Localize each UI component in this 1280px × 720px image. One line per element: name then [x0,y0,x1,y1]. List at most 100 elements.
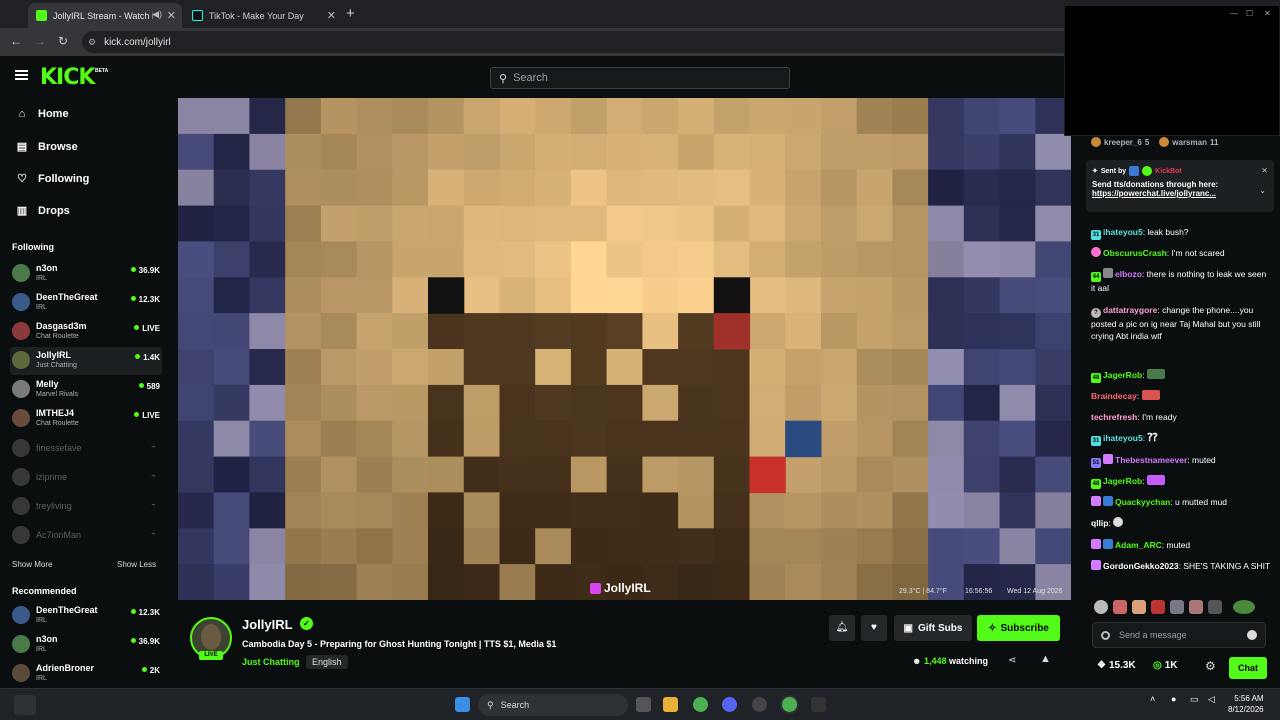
chat-username[interactable]: Thebestnameever [1115,455,1187,465]
close-tab-icon[interactable]: ✕ [327,9,336,22]
audio-icon[interactable]: ◀) [152,9,162,20]
sidebar-nav-browse[interactable]: ▤ Browse [15,140,78,154]
sidebar-nav-home[interactable]: ⌂ Home [15,108,69,120]
chat-message[interactable]: 51 Thebestnameever: muted [1091,454,1271,468]
pinned-message[interactable]: ✦ Sent by KickBot Send tts/donations thr… [1086,160,1274,212]
system-clock[interactable]: 5:56 AM 8/12/2026 [1228,693,1264,715]
sidebar-nav-following[interactable]: ♡ Following [15,172,89,186]
chat-username[interactable]: JagerRob [1103,476,1142,486]
chat-message[interactable]: qllip: [1091,517,1271,529]
chat-message[interactable]: ObscurusCrash: I'm not scared [1091,247,1271,259]
new-tab-icon[interactable]: + [346,5,355,22]
browser-tab-jollyirl[interactable]: JollyIRL Stream - Watch Live ◀) ✕ [28,3,182,28]
sidebar-channel[interactable]: DeenTheGreat IRL 12.3K [10,289,162,317]
sidebar-recommended-channel[interactable]: DeenTheGreat IRL 12.3K [10,602,162,630]
chat-message[interactable]: Quackyychan: u mutted mud [1091,496,1271,508]
emoji-picker-icon[interactable] [1247,630,1257,640]
chat-mode-icon[interactable] [1101,630,1110,640]
emote-icon[interactable] [1151,600,1165,614]
search-input[interactable]: ⚲ Search [490,67,790,89]
site-info-icon[interactable]: ⚙ [88,37,96,48]
emote-icon[interactable] [1189,600,1203,614]
sidebar-channel-offline[interactable]: Ac7ionMan ⌁ [10,522,162,550]
follow-heart-button[interactable]: ♥ [861,615,887,641]
discord-icon[interactable] [722,697,737,712]
chat-username[interactable]: techrefresh [1091,412,1137,422]
chat-message[interactable]: 48 JagerRob: [1091,369,1271,383]
close-icon[interactable]: ✕ [1264,9,1271,18]
minimize-icon[interactable]: — [1230,9,1238,18]
stream-category-link[interactable]: Just Chatting [242,657,300,667]
chat-send-button[interactable]: Chat [1229,657,1267,679]
chrome-icon[interactable] [693,697,708,712]
emote-icon[interactable] [1233,600,1255,614]
chat-username[interactable]: qllip [1091,518,1108,528]
file-explorer-icon[interactable] [663,697,678,712]
chat-settings-gear-icon[interactable]: ⚙ [1205,659,1216,673]
chevron-down-icon[interactable]: ⌄ [1259,186,1266,195]
sidebar-recommended-channel[interactable]: AdrienBroner IRL 2K [10,660,162,688]
show-more-link[interactable]: Show More [12,560,52,569]
chat-message[interactable]: ? dattatraygore: change the phone....you … [1091,304,1271,342]
maximize-icon[interactable]: ☐ [1246,9,1253,18]
back-icon[interactable]: ← [10,34,22,48]
streamer-name[interactable]: JollyIRL [242,617,293,632]
emote-icon[interactable] [1132,600,1146,614]
chat-message[interactable]: 31 ihateyou5: ⁇ [1091,432,1271,446]
notification-bell-button[interactable]: 🔔︎ [829,615,855,641]
emote-icon[interactable] [1113,600,1127,614]
chat-username[interactable]: ihateyou5 [1103,227,1143,237]
taskbar-search[interactable]: ⚲ Search [478,694,628,716]
sidebar-channel-offline[interactable]: finessefave ⌁ [10,435,162,463]
sidebar-recommended-channel[interactable]: n3on IRL 36.9K [10,631,162,659]
sidebar-channel[interactable]: n3on IRL 36.9K [10,260,162,288]
widgets-icon[interactable] [14,695,36,715]
chat-username[interactable]: Quackyychan [1115,497,1170,507]
sidebar-nav-drops[interactable]: ▥ Drops [15,204,70,218]
sidebar-channel[interactable]: IMTHEJ4 Chat Roulette LIVE [10,405,162,433]
unpin-icon[interactable]: ⨯ [1261,166,1268,175]
pinned-link[interactable]: https://powerchat.live/jollyranc... [1092,189,1268,198]
windows-start-icon[interactable] [455,697,470,712]
emote-icon[interactable] [1094,600,1108,614]
chat-username[interactable]: ObscurusCrash [1103,248,1167,258]
app-icon[interactable] [752,697,767,712]
sidebar-channel-offline[interactable]: treyliving ⌁ [10,493,162,521]
chat-message[interactable]: GordonGekko2023: SHE'S TAKING A SHIT [1091,560,1271,572]
close-tab-icon[interactable]: ✕ [167,9,176,22]
chat-username[interactable]: Braindecay [1091,391,1137,401]
terminal-icon[interactable] [811,697,826,712]
task-view-icon[interactable] [636,697,651,712]
menu-icon[interactable] [15,70,28,80]
chat-username[interactable]: Adam_ARC [1115,540,1162,550]
chat-message[interactable]: 44 elbozo: there is nothing to leak we se… [1091,268,1271,294]
show-less-link[interactable]: Show Less [117,560,156,569]
gift-subs-button[interactable]: ▣ Gift Subs [894,615,972,641]
kick-logo[interactable]: KICK [40,65,95,90]
volume-icon[interactable]: ◁ [1208,694,1215,705]
browser-tab-tiktok[interactable]: TikTok - Make Your Day ✕ [184,3,342,28]
report-icon[interactable]: ▲ [1040,653,1051,665]
chat-message[interactable]: Adam_ARC: muted [1091,539,1271,551]
video-player[interactable] [178,98,1071,600]
tray-chevron-icon[interactable]: ˄ [1150,694,1155,704]
chat-message[interactable]: 48 JagerRob: [1091,475,1271,489]
subscribe-button[interactable]: ✧ Subscribe [977,615,1060,641]
gifter-item[interactable]: warsman 11 [1159,137,1218,147]
chat-message[interactable]: 31 ihateyou5: leak bush? [1091,226,1271,240]
chat-username[interactable]: GordonGekko2023 [1103,561,1179,571]
url-field[interactable]: ⚙ kick.com/jollyirl [82,31,1072,53]
chat-username[interactable]: ihateyou5 [1103,433,1143,443]
chat-message-input[interactable]: Send a message [1092,622,1266,648]
chat-username[interactable]: elbozo [1115,269,1142,279]
sidebar-channel[interactable]: Melly Marvel Rivals 589 [10,376,162,404]
chat-username[interactable]: JagerRob [1103,370,1142,380]
emote-icon[interactable] [1208,600,1222,614]
chat-message[interactable]: Braindecay: [1091,390,1271,402]
emote-icon[interactable] [1170,600,1184,614]
sidebar-channel-selected[interactable]: JollyIRL Just Chatting 1.4K [10,347,162,375]
picture-in-picture-window[interactable]: — ☐ ✕ [1064,5,1280,136]
language-tag[interactable]: English [306,655,348,669]
microphone-icon[interactable]: ● [1171,694,1176,704]
chat-message[interactable]: techrefresh: I'm ready [1091,411,1271,423]
